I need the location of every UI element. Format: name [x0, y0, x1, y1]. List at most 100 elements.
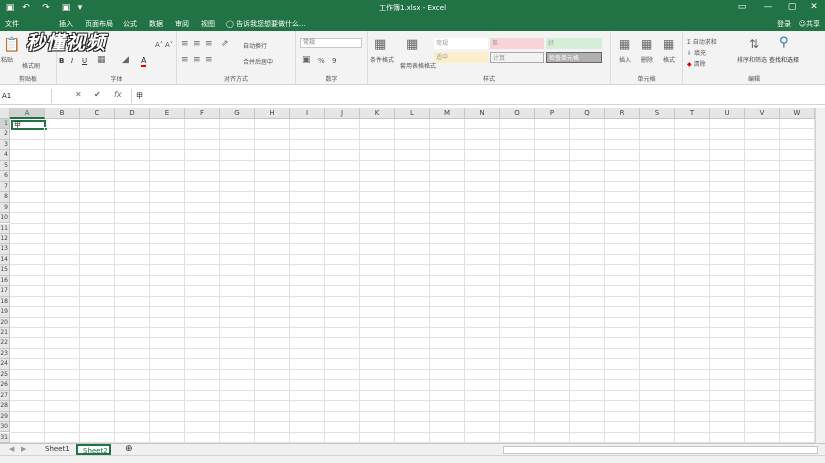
- column-header-i[interactable]: I: [290, 108, 325, 119]
- row-header-11[interactable]: 11: [0, 223, 10, 234]
- column-header-s[interactable]: S: [640, 108, 675, 119]
- orientation-icon[interactable]: ⇗: [221, 39, 229, 49]
- wrap-text-button[interactable]: 自动换行: [243, 41, 267, 50]
- column-header-f[interactable]: F: [185, 108, 220, 119]
- row-header-5[interactable]: 5: [0, 160, 10, 172]
- align-center-icon[interactable]: ≡: [193, 55, 201, 65]
- tab-formulas[interactable]: 公式: [119, 18, 141, 31]
- column-header-v[interactable]: V: [745, 108, 780, 119]
- row-header-21[interactable]: 21: [0, 328, 10, 339]
- new-sheet-icon[interactable]: ⊕: [120, 444, 138, 455]
- worksheet-grid[interactable]: A B C D E F G H I J K L M N O P Q R S T U V W 1 2 3 4 5 6 7 8 9 10 11 12 13…: [0, 108, 825, 443]
- fill-button[interactable]: ⇩ 填充: [687, 48, 706, 57]
- column-header-j[interactable]: J: [325, 108, 360, 119]
- row-header-16[interactable]: 16: [0, 275, 10, 287]
- row-header-4[interactable]: 4: [0, 150, 10, 161]
- row-header-18[interactable]: 18: [0, 296, 10, 308]
- column-header-k[interactable]: K: [360, 108, 395, 119]
- column-header-t[interactable]: T: [675, 108, 710, 119]
- tab-data[interactable]: 数据: [145, 18, 167, 31]
- row-header-29[interactable]: 29: [0, 411, 10, 423]
- percent-button[interactable]: %: [318, 57, 325, 65]
- row-header-10[interactable]: 10: [0, 213, 10, 224]
- row-header-15[interactable]: 15: [0, 265, 10, 276]
- restore-button[interactable]: ▢: [784, 2, 800, 14]
- column-header-q[interactable]: Q: [570, 108, 605, 119]
- fill-handle[interactable]: [44, 127, 48, 131]
- align-bottom-icon[interactable]: ≡: [205, 39, 213, 49]
- format-as-table-icon[interactable]: ▦: [406, 37, 418, 52]
- format-painter-button[interactable]: 格式刷: [22, 61, 40, 70]
- horizontal-scrollbar[interactable]: [503, 446, 818, 454]
- row-header-20[interactable]: 20: [0, 317, 10, 328]
- tab-review[interactable]: 审阅: [171, 18, 193, 31]
- shrink-font-button[interactable]: A˅: [165, 41, 173, 49]
- paste-icon[interactable]: 📋: [3, 37, 20, 53]
- column-header-e[interactable]: E: [150, 108, 185, 119]
- ribbon-display-options-icon[interactable]: ▭: [734, 2, 750, 14]
- name-box[interactable]: A1: [0, 89, 52, 103]
- search-icon[interactable]: ⚲: [779, 35, 789, 50]
- paste-button[interactable]: 粘贴: [1, 55, 13, 64]
- row-header-25[interactable]: 25: [0, 369, 10, 381]
- align-right-icon[interactable]: ≡: [205, 55, 213, 65]
- font-color-button[interactable]: A: [141, 56, 147, 67]
- formula-input[interactable]: 甲: [131, 89, 825, 103]
- delete-cells-icon[interactable]: ▦: [641, 37, 652, 51]
- minimize-button[interactable]: —: [760, 2, 776, 14]
- enter-icon[interactable]: ✔: [94, 90, 101, 99]
- sort-filter-icon[interactable]: ⇅: [749, 37, 759, 51]
- style-neutral[interactable]: 适中: [434, 52, 488, 63]
- borders-icon[interactable]: ▦: [97, 55, 106, 65]
- italic-button[interactable]: I: [71, 57, 73, 65]
- bold-button[interactable]: B: [59, 57, 64, 65]
- tab-file[interactable]: 文件: [1, 18, 23, 31]
- autosum-button[interactable]: Σ 自动求和: [687, 37, 717, 46]
- column-header-w[interactable]: W: [780, 108, 815, 119]
- style-good[interactable]: 好: [546, 38, 602, 49]
- row-header-26[interactable]: 26: [0, 380, 10, 391]
- fill-color-icon[interactable]: ◢: [122, 55, 129, 65]
- format-as-table-button[interactable]: 套用表格格式: [400, 61, 436, 70]
- row-header-3[interactable]: 3: [0, 139, 10, 151]
- column-header-u[interactable]: U: [710, 108, 745, 119]
- merge-center-button[interactable]: 合并后居中: [243, 57, 273, 66]
- row-header-1[interactable]: 1: [0, 119, 10, 130]
- align-middle-icon[interactable]: ≡: [193, 39, 201, 49]
- column-header-p[interactable]: P: [535, 108, 570, 119]
- style-calculation[interactable]: 计算: [490, 52, 544, 63]
- style-check-cell[interactable]: 检查单元格: [546, 52, 602, 63]
- sheet-tab-sheet1[interactable]: Sheet1: [40, 444, 75, 455]
- column-header-c[interactable]: C: [80, 108, 115, 119]
- row-header-12[interactable]: 12: [0, 233, 10, 245]
- underline-button[interactable]: U: [82, 57, 87, 65]
- format-cells-icon[interactable]: ▦: [663, 37, 674, 51]
- column-header-d[interactable]: D: [115, 108, 150, 119]
- column-header-h[interactable]: H: [255, 108, 290, 119]
- column-header-l[interactable]: L: [395, 108, 430, 119]
- row-header-7[interactable]: 7: [0, 181, 10, 193]
- clear-button[interactable]: ◆ 清除: [687, 59, 706, 68]
- row-header-2[interactable]: 2: [0, 129, 10, 140]
- find-select-button[interactable]: 查找和选择: [769, 55, 799, 64]
- row-header-9[interactable]: 9: [0, 202, 10, 214]
- vertical-scrollbar[interactable]: [815, 108, 825, 443]
- currency-icon[interactable]: ▣: [302, 55, 311, 65]
- share-button[interactable]: ☺共享: [799, 18, 820, 31]
- row-header-23[interactable]: 23: [0, 348, 10, 360]
- insert-cells-button[interactable]: 插入: [619, 55, 631, 64]
- row-header-13[interactable]: 13: [0, 244, 10, 255]
- row-header-24[interactable]: 24: [0, 359, 10, 370]
- conditional-formatting-icon[interactable]: ▦: [374, 37, 386, 52]
- grow-font-button[interactable]: A˄: [155, 41, 163, 49]
- style-bad[interactable]: 差: [490, 38, 544, 49]
- tab-view[interactable]: 视图: [197, 18, 219, 31]
- comma-style-button[interactable]: 9: [332, 57, 336, 65]
- row-header-22[interactable]: 22: [0, 338, 10, 349]
- style-normal[interactable]: 常规: [434, 38, 488, 49]
- column-header-m[interactable]: M: [430, 108, 465, 119]
- row-header-8[interactable]: 8: [0, 192, 10, 203]
- row-header-6[interactable]: 6: [0, 171, 10, 182]
- align-left-icon[interactable]: ≡: [181, 55, 189, 65]
- row-header-28[interactable]: 28: [0, 401, 10, 412]
